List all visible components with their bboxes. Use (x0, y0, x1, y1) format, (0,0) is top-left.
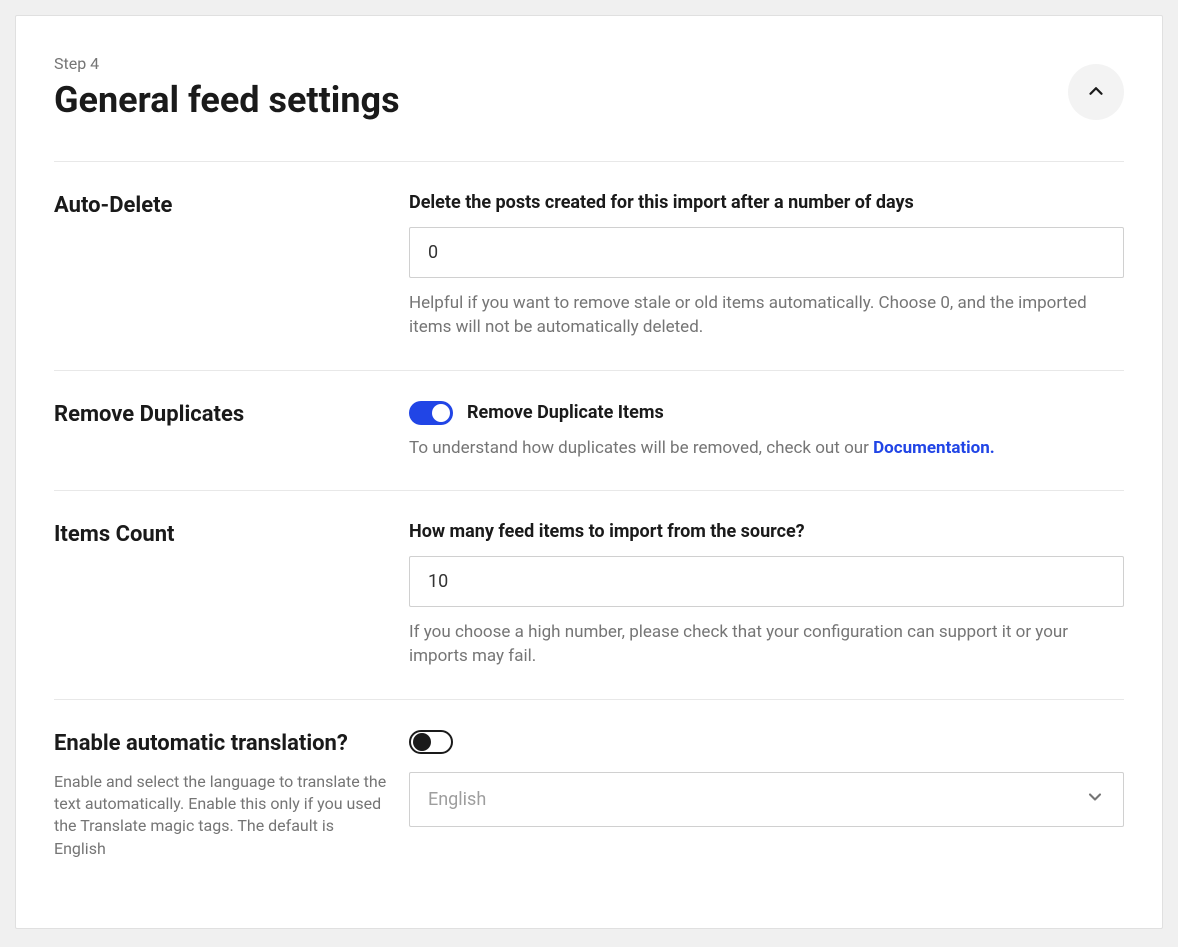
auto-delete-input[interactable] (409, 227, 1124, 278)
items-count-input[interactable] (409, 556, 1124, 607)
setting-label-col: Items Count (54, 521, 409, 669)
toggle-row: Remove Duplicate Items (409, 401, 1124, 425)
setting-auto-delete: Auto-Delete Delete the posts created for… (54, 162, 1124, 370)
language-select[interactable]: English (409, 772, 1124, 827)
setting-label-col: Auto-Delete (54, 192, 409, 340)
setting-label: Items Count (54, 521, 389, 550)
collapse-button[interactable] (1068, 64, 1124, 120)
setting-control-col: English (409, 730, 1124, 860)
chevron-up-icon (1085, 80, 1107, 105)
setting-label: Auto-Delete (54, 192, 389, 221)
remove-duplicates-toggle[interactable] (409, 401, 453, 425)
help-text: Helpful if you want to remove stale or o… (409, 292, 1124, 340)
select-value: English (428, 789, 486, 810)
documentation-link[interactable]: Documentation. (873, 438, 995, 458)
setting-auto-translate: Enable automatic translation? Enable and… (54, 700, 1124, 890)
toggle-knob (413, 733, 431, 751)
help-text: To understand how duplicates will be rem… (409, 437, 1124, 461)
header-text-group: Step 4 General feed settings (54, 54, 400, 121)
settings-card: Step 4 General feed settings Auto-Delete… (15, 15, 1163, 929)
setting-items-count: Items Count How many feed items to impor… (54, 491, 1124, 699)
chevron-down-icon (1085, 787, 1105, 812)
card-header: Step 4 General feed settings (54, 54, 1124, 121)
step-label: Step 4 (54, 54, 400, 73)
help-text: If you choose a high number, please chec… (409, 621, 1124, 669)
toggle-knob (432, 404, 450, 422)
setting-control-col: Remove Duplicate Items To understand how… (409, 401, 1124, 461)
setting-label: Remove Duplicates (54, 401, 389, 430)
toggle-label: Remove Duplicate Items (467, 402, 664, 423)
setting-label: Enable automatic translation? (54, 730, 389, 759)
setting-label-col: Remove Duplicates (54, 401, 409, 461)
page-title: General feed settings (54, 79, 400, 121)
field-label: How many feed items to import from the s… (409, 521, 1124, 542)
setting-sublabel: Enable and select the language to transl… (54, 771, 389, 861)
help-text-prefix: To understand how duplicates will be rem… (409, 438, 873, 458)
setting-label-col: Enable automatic translation? Enable and… (54, 730, 409, 860)
setting-control-col: How many feed items to import from the s… (409, 521, 1124, 669)
field-label: Delete the posts created for this import… (409, 192, 1124, 213)
auto-translate-toggle[interactable] (409, 730, 453, 754)
language-select-wrap: English (409, 772, 1124, 827)
setting-remove-duplicates: Remove Duplicates Remove Duplicate Items… (54, 371, 1124, 491)
setting-control-col: Delete the posts created for this import… (409, 192, 1124, 340)
